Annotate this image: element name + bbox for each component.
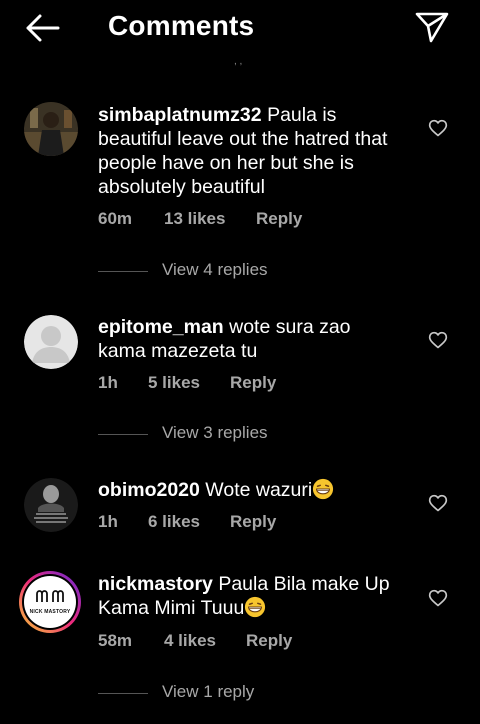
comment-likes[interactable]: 13 likes	[164, 209, 225, 229]
divider-line	[98, 693, 148, 694]
heart-icon[interactable]	[428, 330, 448, 350]
avatar[interactable]: NICK MASTORY	[18, 570, 82, 634]
send-icon[interactable]	[414, 10, 450, 44]
view-replies-label[interactable]: View 1 reply	[162, 682, 254, 702]
app-header: Comments	[0, 0, 480, 56]
comment-username[interactable]: nickmastory	[98, 573, 213, 595]
avatar[interactable]	[24, 315, 78, 369]
reply-button[interactable]: Reply	[230, 512, 276, 532]
comment-body: simbaplatnumz32 Paula is beautiful leave…	[98, 103, 398, 199]
page-title: Comments	[108, 10, 255, 41]
comment-body: obimo2020 Wote wazuri	[98, 478, 398, 502]
scroll-fragment: , ,	[234, 56, 243, 67]
view-replies[interactable]: View 3 replies	[98, 423, 398, 445]
avatar-logo-text: NICK MASTORY	[29, 609, 71, 615]
back-arrow-icon[interactable]	[22, 12, 62, 44]
reply-button[interactable]: Reply	[256, 209, 302, 229]
comment-username[interactable]: obimo2020	[98, 479, 200, 501]
heart-icon[interactable]	[428, 118, 448, 138]
comment-time: 58m	[98, 631, 133, 650]
comment-likes[interactable]: 4 likes	[164, 631, 216, 651]
comment-likes[interactable]: 6 likes	[148, 512, 200, 532]
comment-time: 1h	[98, 512, 118, 531]
heart-icon[interactable]	[428, 588, 448, 608]
divider-line	[98, 434, 148, 435]
view-replies-label[interactable]: View 3 replies	[162, 423, 268, 443]
heart-icon[interactable]	[428, 493, 448, 513]
view-replies-label[interactable]: View 4 replies	[162, 260, 268, 280]
avatar[interactable]	[24, 478, 78, 532]
comment-time: 1h	[98, 373, 118, 392]
grinning-emoji-icon	[245, 596, 266, 618]
avatar[interactable]	[24, 102, 78, 156]
reply-button[interactable]: Reply	[230, 373, 276, 393]
divider-line	[98, 271, 148, 272]
comment-text: Wote wazuri	[205, 479, 313, 501]
comment-username[interactable]: simbaplatnumz32	[98, 104, 262, 126]
comment-body: nickmastory Paula Bila make Up Kama Mimi…	[98, 572, 398, 620]
comment-username[interactable]: epitome_man	[98, 316, 224, 338]
view-replies[interactable]: View 4 replies	[98, 260, 398, 282]
grinning-emoji-icon	[313, 478, 334, 500]
comment-time: 60m	[98, 209, 133, 228]
view-replies[interactable]: View 1 reply	[98, 682, 398, 704]
comment-likes[interactable]: 5 likes	[148, 373, 200, 393]
comment-body: epitome_man wote sura zao kama mazezeta …	[98, 315, 398, 363]
reply-button[interactable]: Reply	[246, 631, 292, 651]
